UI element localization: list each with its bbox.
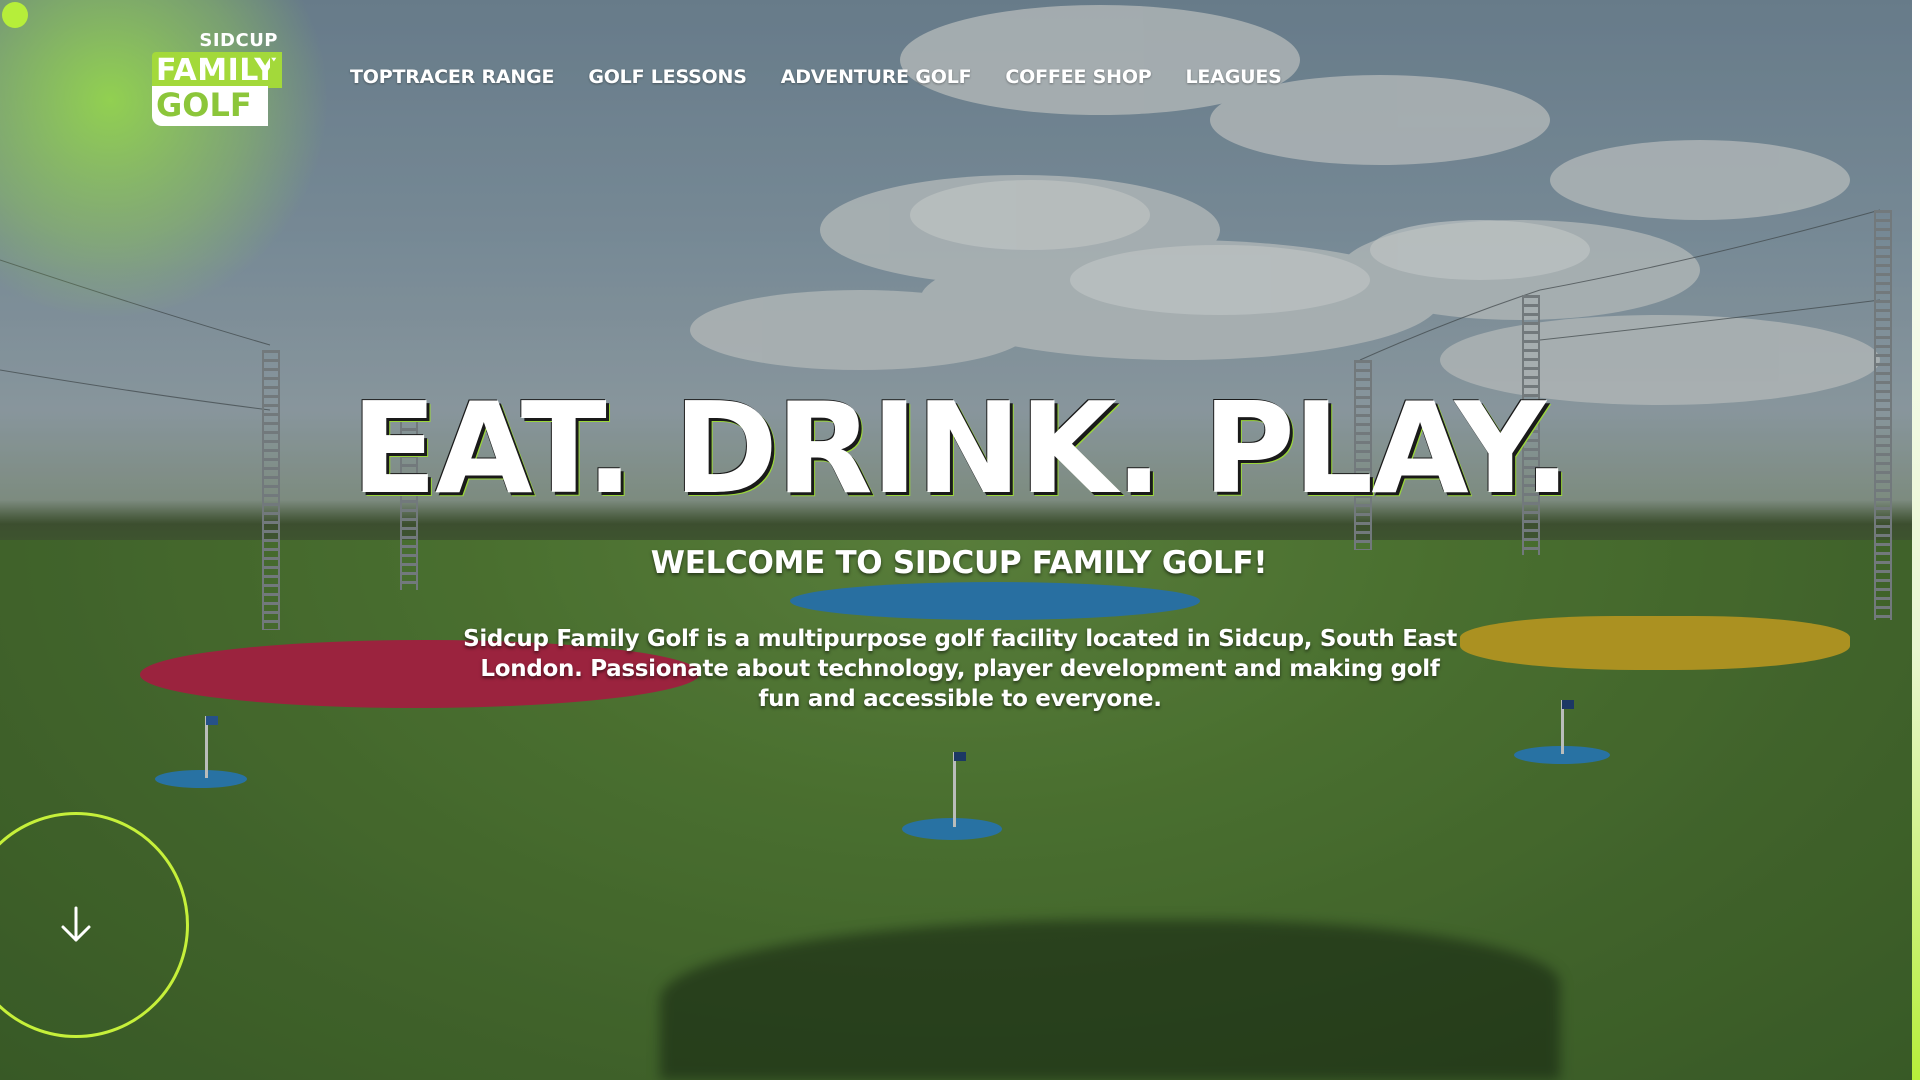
- arrow-down-icon: [61, 906, 91, 942]
- logo-text-family: FAMILY: [156, 53, 277, 88]
- nav-item-adventure-golf[interactable]: ADVENTURE GOLF: [781, 66, 972, 88]
- logo-text-golf: GOLF: [156, 86, 252, 124]
- nav-item-coffee-shop[interactable]: COFFEE SHOP: [1005, 66, 1151, 88]
- main-nav: TOPTRACER RANGE GOLF LESSONS ADVENTURE G…: [350, 66, 1282, 88]
- logo-arrow-icon: [270, 56, 280, 84]
- hero-subheadline: WELCOME TO SIDCUP FAMILY GOLF!: [650, 545, 1268, 581]
- nav-item-leagues[interactable]: LEAGUES: [1186, 66, 1282, 88]
- right-edge-bar: [1912, 0, 1920, 1080]
- site-logo[interactable]: SIDCUP FAMILY GOLF: [152, 30, 283, 130]
- logo-family-block: FAMILY: [152, 52, 283, 88]
- nav-item-toptracer-range[interactable]: TOPTRACER RANGE: [350, 66, 555, 88]
- hero-section: SIDCUP FAMILY GOLF TOPTRACER RANGE GOLF …: [0, 0, 1920, 1080]
- logo-golf-block: GOLF: [152, 86, 268, 126]
- hero-headline: EAT. DRINK. PLAY.: [350, 375, 1571, 522]
- cursor-dot: [2, 2, 28, 28]
- hero-description: Sidcup Family Golf is a multipurpose gol…: [463, 626, 1457, 712]
- nav-item-golf-lessons[interactable]: GOLF LESSONS: [588, 66, 747, 88]
- logo-text-sidcup: SIDCUP: [199, 30, 278, 51]
